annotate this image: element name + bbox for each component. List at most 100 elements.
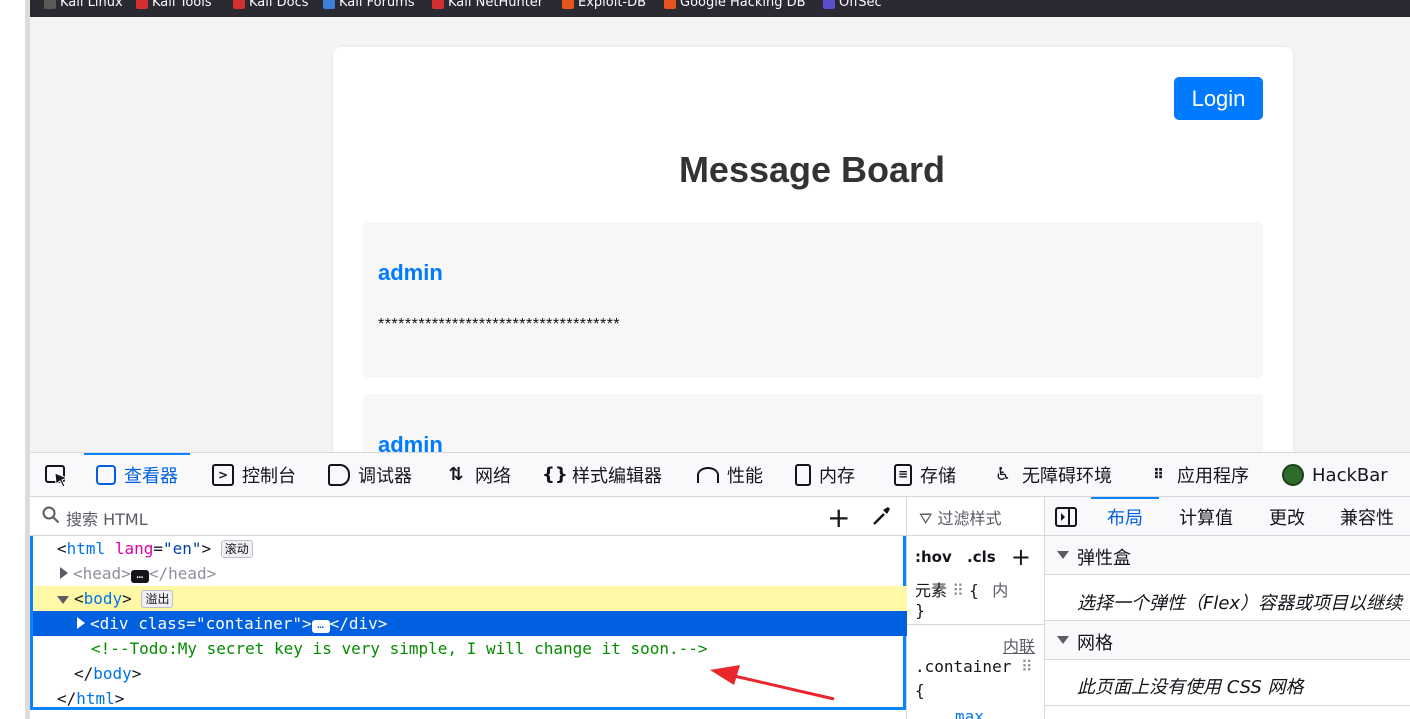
- inline-link[interactable]: 内联: [1003, 633, 1035, 657]
- tag-name: html: [66, 539, 106, 558]
- tree-node-body[interactable]: <body> 溢出: [33, 586, 927, 611]
- message-author[interactable]: admin: [378, 260, 443, 286]
- toggle-sidebar-icon[interactable]: [1055, 507, 1077, 527]
- bookmark-label: Kali Docs: [249, 0, 309, 10]
- cls-toggle[interactable]: .cls: [967, 548, 996, 566]
- section-title: 弹性盒: [1077, 548, 1131, 569]
- grid-section-header[interactable]: 网格: [1045, 621, 1410, 660]
- tab-accessibility[interactable]: ♿ 无障碍环境: [992, 453, 1112, 497]
- container-card: Login Message Board admin **************…: [333, 47, 1293, 452]
- bookmark-exploit-db[interactable]: Exploit-DB: [562, 0, 646, 10]
- tab-label: 性能: [727, 466, 763, 487]
- page-viewport: Login Message Board admin **************…: [30, 17, 1410, 452]
- rules-toolbar: :hov .cls +: [915, 543, 1031, 571]
- element-label: 元素: [915, 581, 948, 600]
- network-icon: ⇅: [448, 464, 464, 485]
- message-author[interactable]: admin: [378, 432, 443, 452]
- collapse-icon[interactable]: [57, 596, 69, 604]
- tab-compatibility[interactable]: 兼容性: [1340, 504, 1394, 530]
- eyedropper-icon[interactable]: [870, 504, 892, 528]
- bookmark-label: Kali Tools: [152, 0, 212, 10]
- tab-hackbar[interactable]: HackBar: [1282, 453, 1388, 497]
- bookmark-kali-tools[interactable]: Kali Tools: [136, 0, 212, 10]
- login-button[interactable]: Login: [1174, 77, 1263, 120]
- tab-style-editor[interactable]: {} 样式编辑器: [542, 453, 662, 497]
- tab-storage[interactable]: ≡ 存储: [894, 453, 956, 497]
- collapsed-ellipsis[interactable]: …: [130, 569, 149, 583]
- scroll-badge[interactable]: 滚动: [220, 540, 253, 558]
- filter-styles[interactable]: ⛛ 过滤样式: [919, 505, 1002, 529]
- bookmark-kali-forums[interactable]: Kali Forums: [323, 0, 415, 10]
- tab-inspector[interactable]: 查看器: [84, 453, 190, 497]
- tab-label: 无障碍环境: [1022, 466, 1112, 487]
- collapse-icon: [1057, 636, 1069, 644]
- tab-label: 网络: [475, 466, 511, 487]
- rule-property[interactable]: max: [955, 707, 984, 719]
- tab-changes[interactable]: 更改: [1269, 504, 1305, 530]
- tab-application[interactable]: ⠿ 应用程序: [1147, 453, 1249, 497]
- search-input[interactable]: 搜索 HTML: [66, 506, 148, 530]
- hov-toggle[interactable]: :hov: [915, 548, 952, 566]
- tab-label: 查看器: [124, 466, 178, 487]
- grid-empty-text: 此页面上没有使用 CSS 网格: [1077, 677, 1304, 698]
- expand-icon[interactable]: [60, 567, 68, 579]
- bookmarks-bar: Kali Linux Kali Tools Kali Docs Kali For…: [30, 0, 1410, 17]
- container-rule: .container ⠿: [915, 657, 1033, 676]
- tab-label: HackBar: [1312, 464, 1388, 486]
- layout-sidebar: 布局 计算值 更改 兼容性 弹性盒 选择一个弹性（Flex）容器或项目以继续 网…: [1045, 497, 1410, 719]
- message-text: ************************************: [378, 316, 621, 333]
- bookmark-kali-docs[interactable]: Kali Docs: [233, 0, 309, 10]
- tab-memory[interactable]: 内存: [795, 453, 855, 497]
- tab-debugger[interactable]: 调试器: [328, 453, 412, 497]
- filter-placeholder: 过滤样式: [937, 509, 1002, 528]
- tag-name: div: [348, 614, 378, 633]
- memory-icon: [795, 464, 811, 486]
- drag-handle-icon[interactable]: ⠿: [952, 581, 964, 600]
- bookmark-offsec[interactable]: OffSec: [823, 0, 882, 10]
- attr-name: class: [138, 614, 187, 633]
- annotation-arrow-icon: [710, 665, 835, 701]
- bookmark-label: Kali Linux: [60, 0, 123, 10]
- add-rule-button[interactable]: +: [1011, 543, 1031, 571]
- tree-node-div-container[interactable]: <div class="container">… </div>: [33, 611, 947, 636]
- tab-label: 调试器: [358, 466, 412, 487]
- tree-node-head[interactable]: <head>… </head>: [33, 561, 930, 586]
- offsec-icon: [823, 0, 835, 9]
- html-search-bar: 搜索 HTML +: [30, 497, 906, 536]
- expand-icon[interactable]: [77, 617, 85, 629]
- message-card: admin **********************************…: [363, 222, 1263, 378]
- bookmark-kali-nethunter[interactable]: Kali NetHunter: [432, 0, 543, 10]
- collapsed-ellipsis[interactable]: …: [311, 619, 330, 633]
- overflow-badge[interactable]: 溢出: [141, 590, 174, 608]
- element-picker-icon[interactable]: [44, 463, 70, 489]
- add-node-button[interactable]: +: [827, 501, 850, 534]
- open-brace: {: [968, 581, 980, 600]
- tab-layout[interactable]: 布局: [1091, 497, 1159, 530]
- page-title: Message Board: [678, 149, 946, 190]
- bookmark-google-hacking-db[interactable]: Google Hacking DB: [664, 0, 806, 10]
- tab-console[interactable]: > 控制台: [212, 453, 296, 497]
- tree-node-html[interactable]: <html lang="en"> 滚动: [33, 536, 927, 561]
- flexbox-section-header[interactable]: 弹性盒: [1045, 536, 1410, 575]
- bookmark-label: Kali NetHunter: [448, 0, 544, 10]
- tag-name: head: [82, 564, 122, 583]
- ghdb-icon: [664, 0, 676, 9]
- kali-forums-icon: [323, 0, 335, 9]
- bookmark-kali-linux[interactable]: Kali Linux: [44, 0, 123, 10]
- desktop-edge: [0, 0, 25, 719]
- tab-label: 存储: [920, 466, 956, 487]
- application-icon: ⠿: [1153, 467, 1164, 483]
- inline-source: 内: [992, 581, 1009, 600]
- inspector-icon: [96, 465, 116, 485]
- attr-name: lang: [114, 539, 154, 558]
- element-rule: 元素 ⠿ { 内: [915, 577, 1008, 601]
- tag-name: body: [83, 589, 123, 608]
- tab-label: 样式编辑器: [572, 466, 662, 487]
- attr-value: "en": [162, 539, 202, 558]
- bookmark-label: Exploit-DB: [578, 0, 647, 10]
- tab-computed[interactable]: 计算值: [1179, 504, 1233, 530]
- rules-panel: ⛛ 过滤样式 :hov .cls + 元素 ⠿ { 内 } 内联 .contai…: [907, 497, 1044, 719]
- tab-performance[interactable]: 性能: [697, 453, 763, 497]
- tab-network[interactable]: ⇅ 网络: [445, 453, 511, 497]
- rule-selector[interactable]: .container: [915, 657, 1011, 676]
